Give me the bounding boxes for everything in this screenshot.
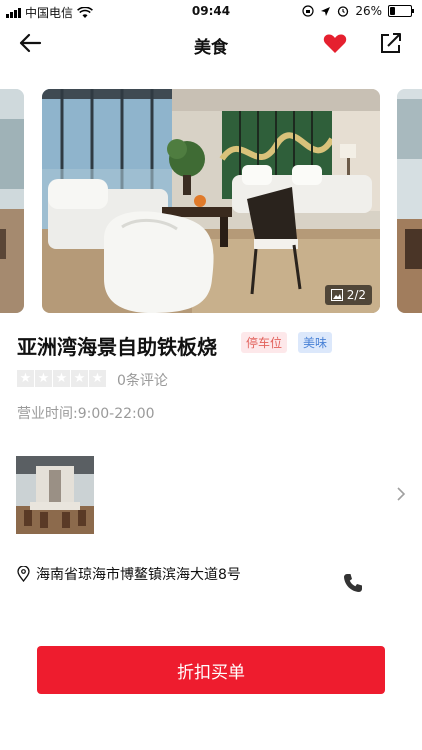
address-text: 海南省琼海市博鳌镇滨海大道8号	[36, 567, 241, 583]
page-title: 美食	[194, 38, 228, 58]
star-icon: ★	[17, 370, 34, 387]
rotation-lock-icon	[302, 5, 314, 17]
status-bar: 中国电信 09:44 26%	[0, 0, 422, 22]
rating-stars: ★ ★ ★ ★ ★	[17, 370, 106, 387]
photo-counter-text: 2/2	[346, 288, 366, 302]
photo-counter: 2/2	[324, 285, 372, 305]
location-arrow-icon	[321, 6, 331, 16]
star-icon: ★	[89, 370, 106, 387]
star-icon: ★	[71, 370, 88, 387]
carousel-prev-photo[interactable]	[0, 89, 24, 313]
business-hours: 营业时间:9:00-22:00	[17, 406, 155, 422]
location-pin-icon	[17, 566, 30, 582]
address-row[interactable]: 海南省琼海市博鳌镇滨海大道8号	[17, 564, 241, 584]
discount-pay-button[interactable]: 折扣买单	[37, 646, 385, 694]
carousel-next-photo[interactable]	[397, 89, 422, 313]
alarm-icon	[338, 6, 349, 17]
battery-icon	[388, 5, 414, 17]
battery-percent: 26%	[355, 4, 382, 18]
share-icon[interactable]	[378, 30, 404, 56]
phone-icon[interactable]	[342, 572, 364, 594]
shop-thumbnail[interactable]	[16, 456, 94, 534]
heart-icon[interactable]	[322, 30, 348, 56]
star-icon: ★	[35, 370, 52, 387]
nav-bar: 美食	[0, 22, 422, 64]
tag-parking: 停车位	[241, 332, 288, 353]
star-icon: ★	[53, 370, 70, 387]
carousel-main-photo[interactable]: 2/2	[42, 89, 380, 313]
status-right: 26%	[302, 4, 414, 18]
shop-name: 亚洲湾海景自助铁板烧	[17, 335, 217, 359]
gallery-icon	[330, 289, 343, 301]
review-count[interactable]: 0条评论	[117, 370, 168, 390]
tag-tasty: 美味	[298, 332, 333, 353]
chevron-right-icon[interactable]	[396, 486, 406, 502]
photo-carousel[interactable]: 2/2	[0, 89, 422, 313]
